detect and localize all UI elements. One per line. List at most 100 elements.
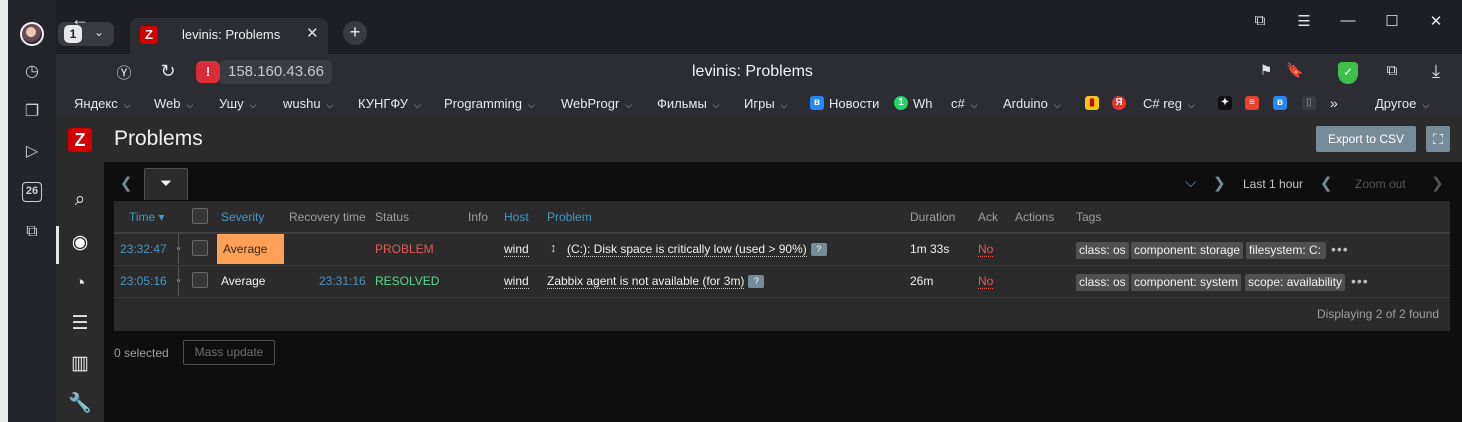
search-icon[interactable]: ⌕ (68, 188, 92, 212)
bookmark-folder[interactable]: КУНГФУ ⌵ (358, 96, 421, 111)
monitoring-eye-icon[interactable]: ◉ (68, 231, 92, 255)
vk-favicon-icon[interactable]: в (1273, 96, 1287, 110)
problem-link[interactable]: (C:): Disk space is critically low (used… (567, 242, 827, 257)
ack-link[interactable]: No (978, 242, 994, 257)
bookmark-folder[interactable]: wushu ⌵ (283, 96, 333, 111)
bookmark-folder[interactable]: Игры ⌵ (744, 96, 788, 111)
fullscreen-icon[interactable]: ⛶ (1426, 126, 1450, 152)
url-field[interactable]: 158.160.43.66 (220, 60, 332, 84)
minimize-icon[interactable]: — (1336, 12, 1360, 29)
not-secure-icon[interactable]: ! (196, 61, 220, 83)
back-icon[interactable]: ← (68, 9, 92, 30)
new-tab-button[interactable]: + (343, 21, 367, 45)
bookmark-label: Фильмы (657, 96, 707, 111)
column-header-ack: Ack (978, 210, 999, 224)
chevron-down-icon: ⌵ (625, 100, 633, 110)
column-header-problem[interactable]: Problem (547, 210, 592, 224)
column-header-host[interactable]: Host (504, 210, 529, 224)
row-checkbox[interactable] (192, 240, 208, 256)
menu-icon[interactable]: ☰ (1292, 12, 1316, 30)
configuration-wrench-icon[interactable]: 🔧 (68, 392, 92, 416)
services-timer-icon[interactable]: ◔ (68, 272, 92, 296)
row-checkbox[interactable] (192, 272, 208, 288)
more-tags-icon[interactable]: ••• (1331, 241, 1349, 257)
host-link[interactable]: wind (504, 242, 529, 257)
zabbix-favicon-icon: Z (140, 26, 158, 44)
bookmark-label: c# (951, 96, 965, 111)
more-tags-icon[interactable]: ••• (1351, 273, 1369, 289)
more-bookmarks-icon[interactable]: » (1330, 95, 1338, 111)
filter-tab[interactable]: ⏷ (144, 168, 188, 200)
page-favicon-icon[interactable]: ▯ (1302, 96, 1316, 110)
tag[interactable]: component: storage (1131, 242, 1244, 259)
close-window-icon[interactable]: ✕ (1424, 12, 1448, 30)
todoist-favicon-icon[interactable]: ≡ (1245, 96, 1259, 110)
chevron-left-icon[interactable]: ❮ (120, 174, 133, 192)
screenshot-icon[interactable]: ⧉ (22, 222, 42, 242)
tab-title: levinis: Problems (182, 27, 281, 42)
tag[interactable]: class: os (1076, 242, 1129, 259)
calendar-icon[interactable]: 26 (22, 182, 42, 202)
profile-avatar[interactable] (20, 22, 44, 46)
ack-link[interactable]: No (978, 274, 994, 289)
close-tab-icon[interactable]: ✕ (306, 24, 319, 42)
bookmark-folder[interactable]: Ушу ⌵ (219, 96, 256, 111)
star-favicon-icon[interactable]: ✦ (1218, 96, 1232, 110)
protect-shield-icon[interactable]: ✓ (1338, 62, 1358, 84)
bookmark-folder[interactable]: WebProgr ⌵ (561, 96, 632, 111)
bookmark-folder[interactable]: Programming ⌵ (444, 96, 535, 111)
chevron-down-icon: ⌵ (413, 100, 421, 110)
select-all-checkbox[interactable] (192, 208, 208, 224)
tab-manager-icon[interactable]: ⧉ (1248, 12, 1272, 29)
bookmark-favicon-icon[interactable]: ▮ (1085, 96, 1099, 110)
tab-active[interactable]: Z levinis: Problems ✕ (130, 18, 328, 54)
bookmark-icon[interactable]: 🔖 (1283, 62, 1307, 79)
chevron-down-icon[interactable]: ⌵ (1185, 174, 1196, 191)
yandex-icon[interactable]: Ⓨ (112, 62, 136, 83)
tag[interactable]: scope: availability (1245, 274, 1346, 291)
yandex-favicon-icon[interactable]: Я (1112, 96, 1126, 110)
column-header-severity[interactable]: Severity (221, 210, 264, 224)
bookmark-folder[interactable]: c# ⌵ (951, 96, 978, 111)
column-header-time[interactable]: Time ▾ (129, 210, 165, 224)
bookmark-folder[interactable]: Фильмы ⌵ (657, 96, 720, 111)
bookmark-link[interactable]: Wh (913, 96, 933, 111)
time-range-tab[interactable]: Last 1 hour (1243, 177, 1303, 191)
chevron-right-icon[interactable]: ❯ (1213, 174, 1226, 192)
zabbix-logo-icon[interactable]: Z (68, 128, 92, 152)
export-csv-button[interactable]: Export to CSV (1316, 126, 1416, 152)
event-time-link[interactable]: 23:05:16 (120, 274, 167, 288)
bookmark-folder[interactable]: Яндекс ⌵ (74, 96, 131, 111)
recovery-time-link[interactable]: 23:31:16 (319, 274, 366, 288)
bookmark-folder[interactable]: Web ⌵ (154, 96, 193, 111)
bookmark-folder[interactable]: C# reg ⌵ (1143, 96, 1195, 111)
bookmark-folder-other[interactable]: Другое ⌵ (1375, 96, 1429, 111)
column-header-info: Info (468, 210, 489, 224)
bookmark-folder[interactable]: Arduino ⌵ (1003, 96, 1061, 111)
problem-link[interactable]: Zabbix agent is not available (for 3m)? (547, 274, 765, 289)
maximize-icon[interactable]: ☐ (1380, 12, 1404, 30)
tag[interactable]: filesystem: C: (1246, 242, 1326, 259)
host-name: wind (504, 274, 529, 289)
hint-icon[interactable]: ? (748, 275, 765, 289)
tag[interactable]: class: os (1076, 274, 1129, 291)
extensions-icon[interactable]: ⧉ (1380, 62, 1404, 79)
browser-window: ◷ ❐ ▷ 26 ⧉ 1 ⌄ Z levinis: Problems ✕ + ⧉… (0, 0, 1462, 422)
page-heading: Problems (114, 127, 203, 150)
history-icon[interactable]: ◷ (22, 62, 42, 82)
bookmark-link[interactable]: Новости (829, 96, 879, 111)
reload-icon[interactable]: ↻ (156, 61, 180, 82)
time-back-icon[interactable]: ❮ (1320, 174, 1333, 192)
host-link[interactable]: wind (504, 274, 529, 289)
inventory-list-icon[interactable]: ☰ (68, 312, 92, 336)
event-time-link[interactable]: 23:32:47 (120, 242, 167, 256)
translate-icon[interactable]: ⚑ (1254, 62, 1278, 79)
hint-icon[interactable]: ? (810, 243, 827, 257)
downloads-icon[interactable]: ⤓ (1424, 61, 1448, 82)
reports-chart-icon[interactable]: ▥ (68, 352, 92, 376)
tag[interactable]: component: system (1131, 274, 1242, 291)
row-divider (114, 265, 1450, 266)
play-icon[interactable]: ▷ (22, 142, 42, 162)
collections-icon[interactable]: ❐ (22, 102, 42, 122)
chevron-down-icon: ⌵ (528, 100, 535, 110)
